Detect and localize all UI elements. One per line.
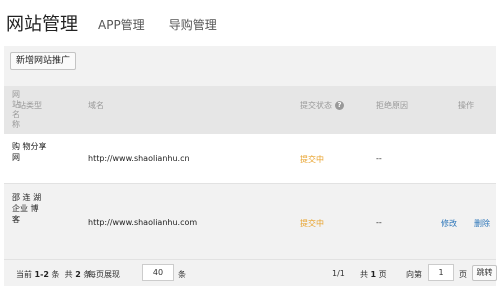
- edit-link[interactable]: 修改: [441, 218, 457, 229]
- current-suffix: 条: [51, 270, 60, 279]
- tab-shopping-guide-management[interactable]: 导购管理: [169, 16, 217, 36]
- row-status: 提交中: [300, 219, 324, 228]
- jump-button[interactable]: 跳转: [472, 265, 497, 281]
- total-count: 2: [75, 270, 81, 279]
- row-reject-reason: --: [376, 154, 382, 163]
- pagination-bar: 当前 1-2 条 共 2 条 每页展现 40 条 1/1 共 1 页 向第 1 …: [4, 260, 497, 286]
- page-indicator: 1/1: [332, 269, 345, 278]
- total-pages-prefix: 共: [360, 270, 368, 279]
- total-pages: 共 1 页: [360, 269, 387, 280]
- tab-app-management[interactable]: APP管理: [98, 16, 145, 36]
- header-domain: 域名: [88, 101, 104, 110]
- total-pages-suffix: 页: [378, 270, 387, 279]
- header-reject-reason: 拒绝原因: [376, 101, 408, 110]
- content-panel: 新增网站推广 网 站 名 称 站类型 域名 提交状态 ? 拒绝原因 操作 购 物…: [4, 46, 497, 286]
- record-count: 当前 1-2 条 共 2 条: [16, 269, 91, 280]
- header-status: 提交状态 ?: [300, 100, 344, 111]
- total-pages-value: 1: [370, 270, 377, 279]
- goto-label: 向第: [406, 270, 422, 279]
- table-row: 购 物分享 网 http://www.shaolianhu.cn 提交中 --: [4, 134, 496, 184]
- question-circle-icon[interactable]: ?: [335, 101, 344, 110]
- row-status: 提交中: [300, 155, 324, 164]
- goto-page-input[interactable]: 1: [428, 264, 454, 281]
- table-row: 邵 连 湖 企业 博 客 http://www.shaolianhu.com 提…: [4, 184, 496, 260]
- row-site-type: 购 物分享 网: [12, 142, 47, 162]
- page-size-input[interactable]: 40: [142, 264, 174, 281]
- header-operations: 操作: [458, 101, 474, 110]
- row-domain: http://www.shaolianhu.com: [88, 218, 198, 227]
- goto-unit: 页: [459, 270, 467, 279]
- header-site-type: 站类型: [18, 101, 42, 110]
- per-page-unit: 条: [178, 270, 186, 279]
- table-header: 网 站 名 称 站类型 域名 提交状态 ? 拒绝原因 操作: [4, 86, 496, 134]
- row-domain: http://www.shaolianhu.cn: [88, 154, 190, 163]
- total-prefix: 共: [64, 270, 73, 279]
- per-page-label: 每页展现: [88, 270, 120, 279]
- top-tabs: 网站管理 APP管理 导购管理: [6, 8, 217, 36]
- current-range: 1-2: [34, 270, 49, 279]
- delete-link[interactable]: 删除: [474, 218, 490, 229]
- header-status-label: 提交状态: [300, 101, 332, 110]
- row-site-type: 邵 连 湖 企业 博 客: [12, 193, 42, 224]
- current-prefix: 当前: [16, 270, 32, 279]
- tab-website-management[interactable]: 网站管理: [6, 10, 78, 36]
- row-reject-reason: --: [376, 218, 382, 227]
- add-website-promotion-button[interactable]: 新增网站推广: [10, 52, 77, 70]
